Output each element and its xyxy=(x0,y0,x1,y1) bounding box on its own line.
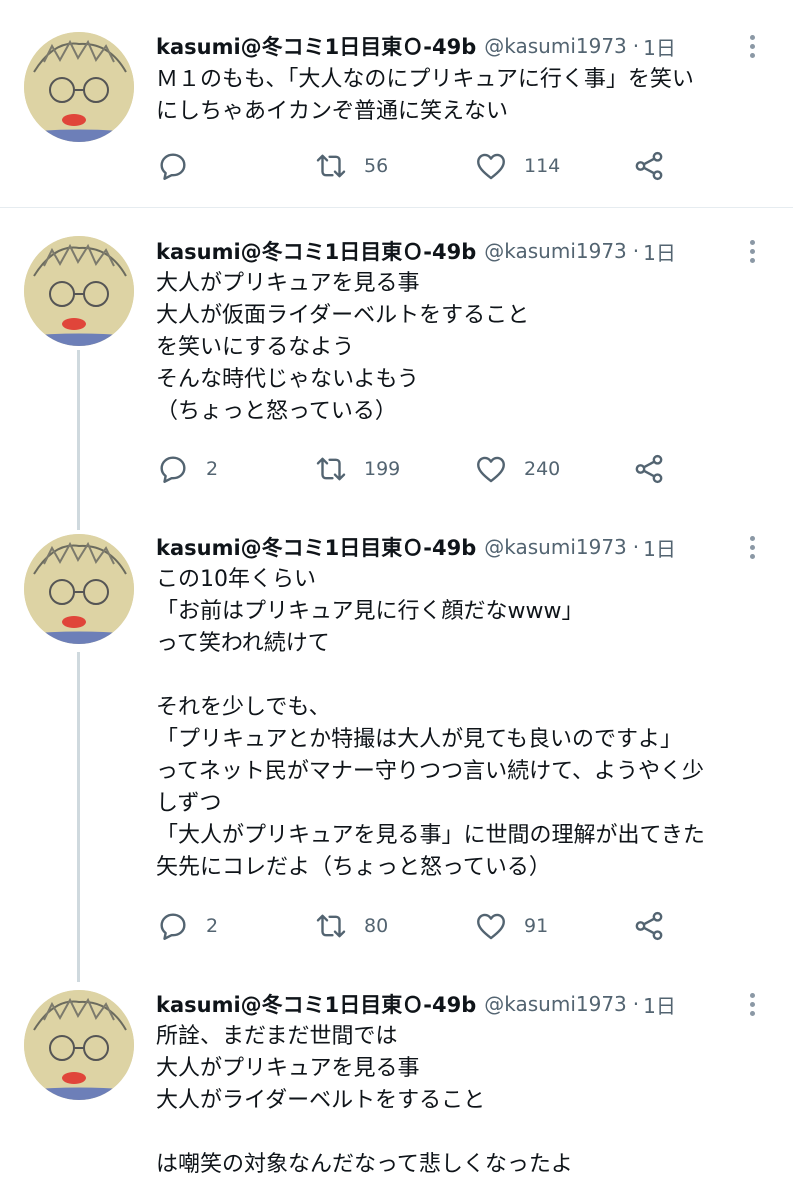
tweet-actions: 2 80 91 xyxy=(156,908,676,944)
tweet-text-line: を笑いにするなよう xyxy=(156,335,355,360)
timestamp[interactable]: 1日 xyxy=(643,32,676,61)
tweet-text-line xyxy=(156,1117,776,1149)
share-button[interactable] xyxy=(632,451,666,487)
tweet-text-line: しずつ xyxy=(156,791,222,816)
heart-icon xyxy=(474,452,508,486)
retweet-icon xyxy=(314,149,348,183)
tweet-text-line: 「お前はプリキュア見に行く顔だなwww」 xyxy=(156,599,584,624)
tweet-text-line: 「大人がプリキュアを見る事」に世間の理解が出てきた xyxy=(156,823,705,848)
timestamp[interactable]: 1日 xyxy=(643,990,676,1019)
like-count: 240 xyxy=(524,458,561,480)
tweet-text-line: 「プリキュアとか特撮は大人が見ても良いのですよ」 xyxy=(156,727,683,752)
avatar[interactable] xyxy=(24,534,134,644)
timestamp[interactable]: 1日 xyxy=(643,237,676,266)
avatar[interactable] xyxy=(24,32,134,142)
separator: · xyxy=(632,239,640,263)
thread-connector xyxy=(77,652,80,982)
retweet-icon xyxy=(314,909,348,943)
tweet-text: 大人がプリキュアを見る事 大人が仮面ライダーベルトをすること を笑いにするなよう… xyxy=(156,268,776,428)
author-name[interactable]: kasumi@冬コミ1日目東Ｏ-49b xyxy=(156,532,476,562)
tweet-text-line: この10年くらい xyxy=(156,567,316,592)
separator: · xyxy=(632,34,640,58)
thread-connector xyxy=(77,350,80,530)
retweet-button[interactable]: 56 xyxy=(314,148,388,184)
more-options-icon[interactable] xyxy=(740,989,764,1019)
avatar[interactable] xyxy=(24,236,134,346)
tweet-text: 所詮、まだまだ世間では 大人がプリキュアを見る事 大人がライダーベルトをすること… xyxy=(156,1021,776,1181)
separator: · xyxy=(632,535,640,559)
author-handle[interactable]: @kasumi1973 xyxy=(484,239,627,263)
more-options-icon[interactable] xyxy=(740,31,764,61)
tweet-text-line: 矢先にコレだよ（ちょっと怒っている） xyxy=(156,855,551,880)
reply-icon xyxy=(156,909,190,943)
tweet-header: kasumi@冬コミ1日目東Ｏ-49b @kasumi1973 · 1日 xyxy=(156,989,676,1019)
reply-button[interactable]: 2 xyxy=(156,451,218,487)
retweet-button[interactable]: 80 xyxy=(314,908,388,944)
tweet-header: kasumi@冬コミ1日目東Ｏ-49b @kasumi1973 · 1日 xyxy=(156,532,676,562)
reply-icon xyxy=(156,149,190,183)
like-count: 114 xyxy=(524,155,561,177)
share-icon xyxy=(632,909,666,943)
separator: · xyxy=(632,992,640,1016)
retweet-count: 199 xyxy=(364,458,401,480)
tweet-text-line: ってネット民がマナー守りつつ言い続けて、ようやく少 xyxy=(156,759,705,784)
heart-icon xyxy=(474,149,508,183)
like-count: 91 xyxy=(524,915,549,937)
reply-button[interactable]: 2 xyxy=(156,908,218,944)
share-icon xyxy=(632,149,666,183)
tweet-text-line: それを少しでも、 xyxy=(156,695,331,720)
tweet-text-line: にしちゃあイカンぞ普通に笑えない xyxy=(156,99,509,124)
tweet-header: kasumi@冬コミ1日目東Ｏ-49b @kasumi1973 · 1日 xyxy=(156,31,676,61)
author-name[interactable]: kasumi@冬コミ1日目東Ｏ-49b xyxy=(156,236,476,266)
tweet-text-line: Ｍ１のもも、「大人なのにプリキュアに行く事」を笑い xyxy=(156,67,694,92)
tweet-text-line: 大人が仮面ライダーベルトをすること xyxy=(156,303,530,328)
reply-count: 2 xyxy=(206,458,219,480)
tweet-text-line: 大人がプリキュアを見る事 xyxy=(156,1056,420,1081)
author-handle[interactable]: @kasumi1973 xyxy=(484,992,627,1016)
share-button[interactable] xyxy=(632,908,666,944)
retweet-count: 80 xyxy=(364,915,389,937)
tweet-text-line: 大人がライダーベルトをすること xyxy=(156,1088,486,1113)
like-button[interactable]: 91 xyxy=(474,908,548,944)
like-button[interactable]: 114 xyxy=(474,148,560,184)
share-button[interactable] xyxy=(632,148,666,184)
more-options-icon[interactable] xyxy=(740,532,764,562)
tweet-text-line: 所詮、まだまだ世間では xyxy=(156,1024,398,1049)
reply-icon xyxy=(156,452,190,486)
author-name[interactable]: kasumi@冬コミ1日目東Ｏ-49b xyxy=(156,989,476,1019)
tweet-text: この10年くらい 「お前はプリキュア見に行く顔だなwww」 って笑われ続けて そ… xyxy=(156,564,776,884)
share-icon xyxy=(632,452,666,486)
tweet-text-line: って笑われ続けて xyxy=(156,631,330,656)
tweet-text-line xyxy=(156,660,776,692)
author-handle[interactable]: @kasumi1973 xyxy=(484,535,627,559)
timestamp[interactable]: 1日 xyxy=(643,533,676,562)
retweet-button[interactable]: 199 xyxy=(314,451,400,487)
retweet-icon xyxy=(314,452,348,486)
tweet-text-line: は嘲笑の対象なんだなって悲しくなったよ xyxy=(156,1152,573,1177)
heart-icon xyxy=(474,909,508,943)
tweet-text-line: 大人がプリキュアを見る事 xyxy=(156,271,420,296)
tweet-header: kasumi@冬コミ1日目東Ｏ-49b @kasumi1973 · 1日 xyxy=(156,236,676,266)
like-button[interactable]: 240 xyxy=(474,451,560,487)
tweet-actions: 2 199 240 xyxy=(156,451,676,487)
author-name[interactable]: kasumi@冬コミ1日目東Ｏ-49b xyxy=(156,31,476,61)
more-options-icon[interactable] xyxy=(740,236,764,266)
tweet-actions: 56 114 xyxy=(156,148,676,184)
reply-button[interactable] xyxy=(156,148,206,184)
tweet-text-line: そんな時代じゃないよもう xyxy=(156,367,419,392)
retweet-count: 56 xyxy=(364,155,389,177)
tweet-divider xyxy=(0,207,793,208)
avatar[interactable] xyxy=(24,990,134,1100)
reply-count: 2 xyxy=(206,915,219,937)
tweet-text: Ｍ１のもも、「大人なのにプリキュアに行く事」を笑い にしちゃあイカンぞ普通に笑え… xyxy=(156,64,776,128)
tweet-text-line: （ちょっと怒っている） xyxy=(156,399,397,424)
author-handle[interactable]: @kasumi1973 xyxy=(484,34,627,58)
